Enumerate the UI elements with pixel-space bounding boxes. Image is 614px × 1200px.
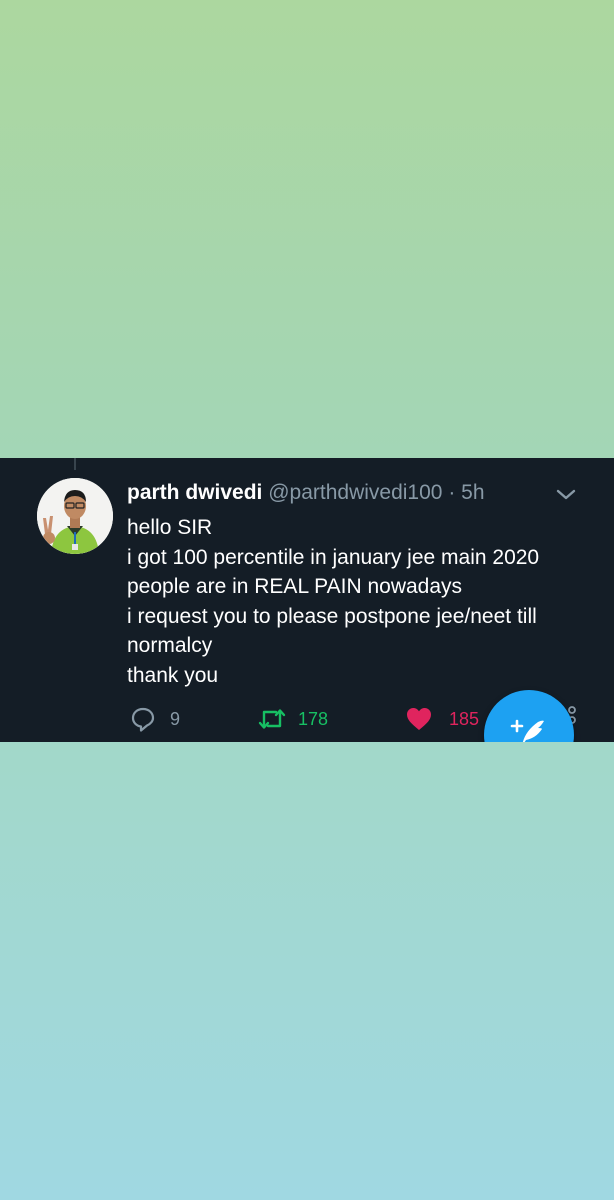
heart-icon bbox=[407, 708, 431, 730]
thread-line bbox=[74, 458, 76, 470]
avatar-photo bbox=[37, 478, 113, 554]
tweet-text: hello SIR i got 100 percentile in januar… bbox=[127, 513, 597, 690]
tweet-line: i got 100 percentile in january jee main… bbox=[127, 545, 540, 569]
tweet-line: thank you bbox=[127, 663, 219, 687]
reply-icon bbox=[131, 707, 155, 732]
reply-count: 9 bbox=[170, 708, 181, 729]
like-count: 185 bbox=[449, 708, 480, 729]
tweet-line: i request you to please postpone jee/nee… bbox=[127, 604, 537, 628]
retweet-button[interactable]: 178 bbox=[258, 704, 328, 734]
display-name[interactable]: parth dwivedi bbox=[127, 481, 262, 504]
separator-dot: · bbox=[448, 481, 456, 504]
retweet-icon bbox=[258, 709, 286, 729]
tweet-card[interactable]: parth dwivedi @parthdwivedi100 · 5h hell… bbox=[0, 458, 614, 742]
chevron-down-icon[interactable] bbox=[555, 488, 577, 502]
compose-tweet-button[interactable] bbox=[484, 690, 574, 742]
tweet-line: normalcy bbox=[127, 634, 213, 657]
retweet-count: 178 bbox=[298, 708, 329, 729]
tweet-header: parth dwivedi @parthdwivedi100 · 5h bbox=[127, 480, 485, 506]
reply-button[interactable]: 9 bbox=[130, 704, 180, 734]
tweet-line: hello SIR bbox=[127, 516, 213, 539]
tweet-line: people are in REAL PAIN nowadays bbox=[127, 575, 463, 598]
timestamp[interactable]: 5h bbox=[461, 481, 484, 504]
like-button[interactable]: 185 bbox=[405, 704, 479, 734]
compose-tweet-icon bbox=[510, 719, 544, 742]
user-handle[interactable]: @parthdwivedi100 bbox=[268, 481, 442, 504]
avatar[interactable] bbox=[37, 478, 113, 554]
